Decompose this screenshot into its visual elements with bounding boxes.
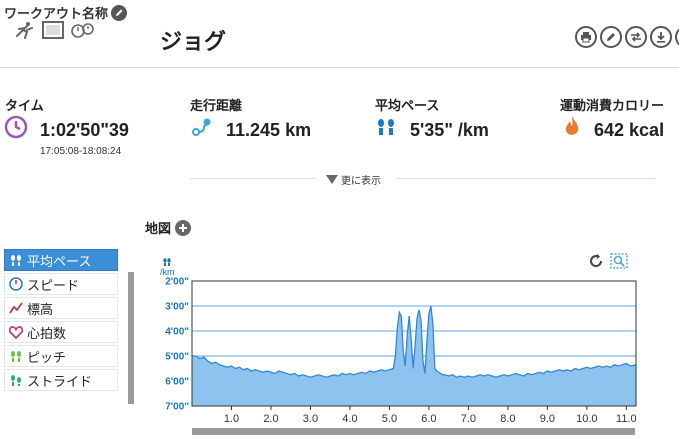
x-tick-label: 4.0	[342, 413, 357, 425]
triangle-down-icon	[326, 175, 338, 184]
header-divider	[0, 67, 679, 68]
show-more-toggle[interactable]: 更に表示	[326, 172, 381, 187]
download-icon	[657, 32, 665, 43]
metric-list-scrollbar[interactable]	[128, 272, 134, 404]
reset-zoom-button[interactable]	[588, 253, 604, 269]
map-label: 地図	[145, 221, 172, 236]
pace-chart[interactable]: 2'00" 3'00" 4'00" 5'00" 6'00" 7'00" 1.0 2.0 3.0 4…	[150, 276, 650, 426]
edit-name-button[interactable]	[111, 4, 128, 21]
stat-calories-label: 運動消費カロリー	[560, 98, 665, 113]
edit-button[interactable]	[600, 26, 622, 48]
video-icon[interactable]	[42, 21, 64, 39]
stat-pace-label: 平均ペース	[375, 98, 440, 113]
metric-label: スピード	[27, 277, 80, 293]
x-tick-label: 3.0	[303, 413, 318, 425]
workout-name-text: ワークアウト名称	[4, 6, 109, 21]
metric-label: ストライド	[27, 373, 93, 389]
workout-title: ジョグ	[160, 29, 227, 54]
footprints-icon	[11, 255, 21, 266]
metric-item-elevation[interactable]: 標高	[4, 297, 118, 319]
y-tick-label: 4'00"	[165, 327, 189, 338]
speedometer-icon	[9, 277, 23, 291]
download-button[interactable]	[650, 26, 672, 48]
toolbar	[575, 26, 679, 48]
metric-item-heart-rate[interactable]: 心拍数	[4, 321, 118, 343]
x-tick-label: 2.0	[263, 413, 278, 425]
x-tick-label: 1.0	[224, 413, 239, 425]
pencil-icon	[116, 9, 123, 16]
swap-icon	[631, 32, 641, 42]
x-tick-label: 6.0	[421, 413, 436, 425]
stat-time-range: 17:05:08-18:08:24	[40, 146, 122, 157]
metric-list: 平均ペース スピード 標高 心拍数 ピッチ ストライド	[4, 249, 118, 393]
workout-name-label: ワークアウト名称	[4, 3, 128, 22]
metric-item-pace[interactable]: 平均ペース	[4, 249, 118, 271]
stat-calories-value: 642 kcal	[594, 120, 665, 140]
x-tick-label: 9.0	[540, 413, 555, 425]
route-icon	[190, 115, 214, 139]
stat-time-label: タイム	[5, 98, 44, 113]
pencil-button[interactable]	[675, 26, 679, 48]
stat-time-value: 1:02'50"39	[40, 120, 129, 140]
stat-pace-value: 5'35" /km	[410, 120, 489, 140]
metric-label: ピッチ	[27, 349, 67, 365]
y-tick-label: 7'00"	[165, 402, 189, 413]
metric-item-stride[interactable]: ストライド	[4, 369, 118, 391]
y-tick-label: 2'00"	[165, 277, 189, 288]
more-divider-left	[190, 178, 315, 179]
zoom-icon	[610, 253, 628, 269]
metric-label: 標高	[27, 301, 54, 317]
activity-icons	[14, 21, 96, 39]
refresh-icon	[590, 254, 603, 268]
metric-label: 平均ペース	[27, 253, 92, 269]
footprints-icon	[163, 258, 171, 266]
chart-scrollbar[interactable]	[192, 428, 635, 435]
x-tick-label: 8.0	[500, 413, 515, 425]
x-tick-label: 5.0	[382, 413, 397, 425]
clock-icon	[4, 115, 28, 139]
stopwatch-icon[interactable]	[70, 21, 96, 39]
footprints-icon	[11, 351, 21, 362]
metric-item-cadence[interactable]: ピッチ	[4, 345, 118, 367]
plus-circle-icon[interactable]	[175, 219, 192, 236]
y-tick-label: 3'00"	[165, 302, 189, 313]
metric-item-speed[interactable]: スピード	[4, 273, 118, 295]
runner-icon	[14, 21, 36, 39]
metric-label: 心拍数	[27, 325, 67, 341]
heart-icon	[9, 325, 23, 339]
y-tick-label: 6'00"	[165, 377, 189, 388]
more-divider-right	[395, 178, 655, 179]
x-tick-label: 7.0	[461, 413, 476, 425]
footprints-icon	[11, 375, 21, 386]
swap-button[interactable]	[625, 26, 647, 48]
x-tick-label: 10.0	[576, 413, 597, 425]
y-tick-label: 5'00"	[165, 352, 189, 363]
x-tick-label: 11.0	[616, 413, 637, 425]
elevation-icon	[9, 302, 23, 314]
stat-distance-value: 11.245 km	[226, 120, 312, 140]
footprints-icon	[375, 117, 397, 137]
chart-unit-label: /km	[160, 258, 175, 277]
edit-icon	[607, 33, 615, 41]
show-more-label: 更に表示	[341, 176, 381, 187]
print-button[interactable]	[575, 26, 597, 48]
stat-distance-label: 走行距離	[190, 98, 243, 113]
zoom-button[interactable]	[610, 253, 628, 269]
print-icon	[581, 32, 591, 43]
map-section-header: 地図	[145, 218, 192, 237]
flame-icon	[562, 115, 582, 139]
